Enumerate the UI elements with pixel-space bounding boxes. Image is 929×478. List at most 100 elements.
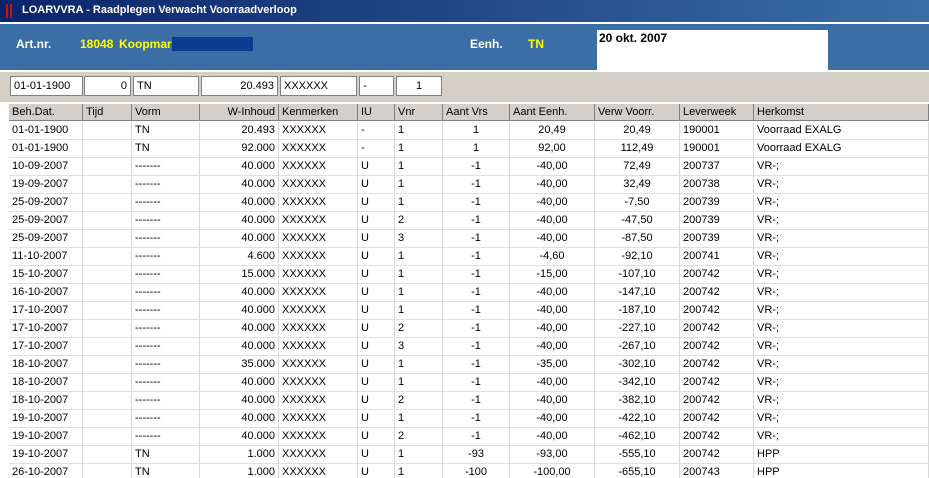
cell-vnr: 1	[395, 374, 443, 392]
cell-aanteenh: -40,00	[510, 230, 595, 248]
column-header-vorm[interactable]: Vorm	[132, 104, 200, 121]
cell-vnr: 1	[395, 248, 443, 266]
cell-aantvrs: -1	[443, 428, 510, 446]
column-header-verwvoorr[interactable]: Verw Voorr.	[595, 104, 680, 121]
filter-date-field[interactable]: 01-01-1900	[10, 76, 83, 96]
cell-aantvrs: -1	[443, 284, 510, 302]
table-row[interactable]: 17-10-2007 ------- 40.000 XXXXXX U 1 -1 -40,00-…	[9, 302, 929, 320]
cell-aanteenh: -40,00	[510, 176, 595, 194]
column-header-tijd[interactable]: Tijd	[83, 104, 132, 121]
cell-vnr: 1	[395, 464, 443, 478]
column-header-kenmerken[interactable]: Kenmerken	[279, 104, 358, 121]
table-row[interactable]: 16-10-2007 ------- 40.000 XXXXXX U 1 -1 -40,00-…	[9, 284, 929, 302]
cell-aantvrs: -1	[443, 410, 510, 428]
cell-vorm: -------	[132, 212, 200, 230]
cell-behdat: 18-10-2007	[9, 356, 83, 374]
cell-verwvoorr: 32,49	[595, 176, 680, 194]
filter-vorm-field[interactable]: TN	[133, 76, 199, 96]
filter-iu-field[interactable]: -	[359, 76, 394, 96]
table-row[interactable]: 19-10-2007 TN 1.000 XXXXXX U 1 -93 -93,00 -555,1…	[9, 446, 929, 464]
filter-vnr-field[interactable]: 1	[396, 76, 442, 96]
cell-behdat: 19-10-2007	[9, 410, 83, 428]
table-row[interactable]: 26-10-2007 TN 1.000 XXXXXX U 1 -100 -100,00 -655…	[9, 464, 929, 478]
cell-iu: U	[358, 464, 395, 478]
column-header-behdat[interactable]: Beh.Dat.	[9, 104, 83, 121]
cell-iu: U	[358, 356, 395, 374]
column-header-aantvrs[interactable]: Aant Vrs	[443, 104, 510, 121]
cell-aanteenh: -40,00	[510, 410, 595, 428]
table-row[interactable]: 10-09-2007 ------- 40.000 XXXXXX U 1 -1 -40,00 7…	[9, 158, 929, 176]
cell-vorm: -------	[132, 338, 200, 356]
cell-tijd	[83, 176, 132, 194]
cell-kenmerken: XXXXXX	[279, 266, 358, 284]
table-row[interactable]: 18-10-2007 ------- 40.000 XXXXXX U 2 -1 -40,00-…	[9, 392, 929, 410]
app-icon	[4, 4, 16, 18]
artnr-value: 18048	[80, 37, 114, 51]
table-row[interactable]: 18-10-2007 ------- 35.000 XXXXXX U 1 -1 -35,00-…	[9, 356, 929, 374]
cell-tijd	[83, 428, 132, 446]
cell-herkomst: VR-;	[754, 302, 929, 320]
cell-behdat: 26-10-2007	[9, 464, 83, 478]
table-row[interactable]: 17-10-2007 ------- 40.000 XXXXXX U 3 -1 -40,00-…	[9, 338, 929, 356]
cell-kenmerken: XXXXXX	[279, 176, 358, 194]
filter-inhoud-field[interactable]: 20.493	[201, 76, 278, 96]
table-row[interactable]: 25-09-2007 ------- 40.000 XXXXXX U 2 -1 -40,00-…	[9, 212, 929, 230]
cell-tijd	[83, 320, 132, 338]
column-header-vnr[interactable]: Vnr	[395, 104, 443, 121]
cell-verwvoorr: -555,10	[595, 446, 680, 464]
cell-verwvoorr: -462,10	[595, 428, 680, 446]
column-header-winhoud[interactable]: W-Inhoud	[200, 104, 279, 121]
cell-tijd	[83, 392, 132, 410]
cell-behdat: 18-10-2007	[9, 374, 83, 392]
cell-aantvrs: -1	[443, 374, 510, 392]
cell-aanteenh: -40,00	[510, 374, 595, 392]
cell-tijd	[83, 410, 132, 428]
table-row[interactable]: 25-09-2007 ------- 40.000 XXXXXX U 1 -1 -40,00-…	[9, 194, 929, 212]
filter-number-field[interactable]: 0	[84, 76, 131, 96]
cell-aantvrs: -1	[443, 248, 510, 266]
filter-row: 01-01-1900 0 TN 20.493 XXXXXX - 1	[0, 72, 929, 102]
table-row[interactable]: 01-01-1900 TN 92.000 XXXXXX -1 1 92,00 112,49 19…	[9, 140, 929, 158]
cell-leverweek: 200737	[680, 158, 754, 176]
cell-aanteenh: 20,49	[510, 122, 595, 140]
table-row[interactable]: 11-10-2007 ------- 4.600 XXXXXX U 1 -1 -4,60 -92…	[9, 248, 929, 266]
table-row[interactable]: 01-01-1900 TN 20.493 XXXXXX -1 1 20,49 20,49 190…	[9, 122, 929, 140]
cell-winhoud: 35.000	[200, 356, 279, 374]
cell-iu: U	[358, 266, 395, 284]
cell-herkomst: VR-;	[754, 176, 929, 194]
cell-aantvrs: -1	[443, 392, 510, 410]
table-row[interactable]: 25-09-2007 ------- 40.000 XXXXXX U 3 -1 -40,00-…	[9, 230, 929, 248]
column-header-aanteenh[interactable]: Aant Eenh.	[510, 104, 595, 121]
cell-kenmerken: XXXXXX	[279, 122, 358, 140]
window-title: LOARVVRA - Raadplegen Verwacht Voorraadv…	[22, 4, 297, 16]
cell-vorm: -------	[132, 284, 200, 302]
cell-vnr: 1	[395, 302, 443, 320]
cell-winhoud: 40.000	[200, 230, 279, 248]
table-row[interactable]: 19-09-2007 ------- 40.000 XXXXXX U 1 -1 -40,00 3…	[9, 176, 929, 194]
cell-behdat: 01-01-1900	[9, 122, 83, 140]
cell-kenmerken: XXXXXX	[279, 230, 358, 248]
cell-aantvrs: 1	[443, 122, 510, 140]
cell-tijd	[83, 230, 132, 248]
cell-leverweek: 200742	[680, 302, 754, 320]
filter-kenmerken-field[interactable]: XXXXXX	[280, 76, 357, 96]
cell-behdat: 19-10-2007	[9, 446, 83, 464]
table-row[interactable]: 17-10-2007 ------- 40.000 XXXXXX U 2 -1 -40,00-…	[9, 320, 929, 338]
cell-vnr: 2	[395, 428, 443, 446]
column-header-leverweek[interactable]: Leverweek	[680, 104, 754, 121]
table-row[interactable]: 18-10-2007 ------- 40.000 XXXXXX U 1 -1 -40,00-…	[9, 374, 929, 392]
cell-verwvoorr: -422,10	[595, 410, 680, 428]
cell-kenmerken: XXXXXX	[279, 464, 358, 478]
cell-vnr: 1	[395, 194, 443, 212]
column-header-iu[interactable]: IU	[358, 104, 395, 121]
cell-aanteenh: -40,00	[510, 428, 595, 446]
table-row[interactable]: 15-10-2007 ------- 15.000 XXXXXX U 1 -1 -15,00-…	[9, 266, 929, 284]
table-row[interactable]: 19-10-2007 ------- 40.000 XXXXXX U 1 -1 -40,00-…	[9, 410, 929, 428]
cell-iu: U	[358, 302, 395, 320]
cell-herkomst: HPP	[754, 464, 929, 478]
column-header-herkomst[interactable]: Herkomst	[754, 104, 929, 121]
cell-leverweek: 200742	[680, 410, 754, 428]
cell-aanteenh: -40,00	[510, 158, 595, 176]
cell-iu: U	[358, 176, 395, 194]
table-row[interactable]: 19-10-2007 ------- 40.000 XXXXXX U 2 -1 -40,00-…	[9, 428, 929, 446]
